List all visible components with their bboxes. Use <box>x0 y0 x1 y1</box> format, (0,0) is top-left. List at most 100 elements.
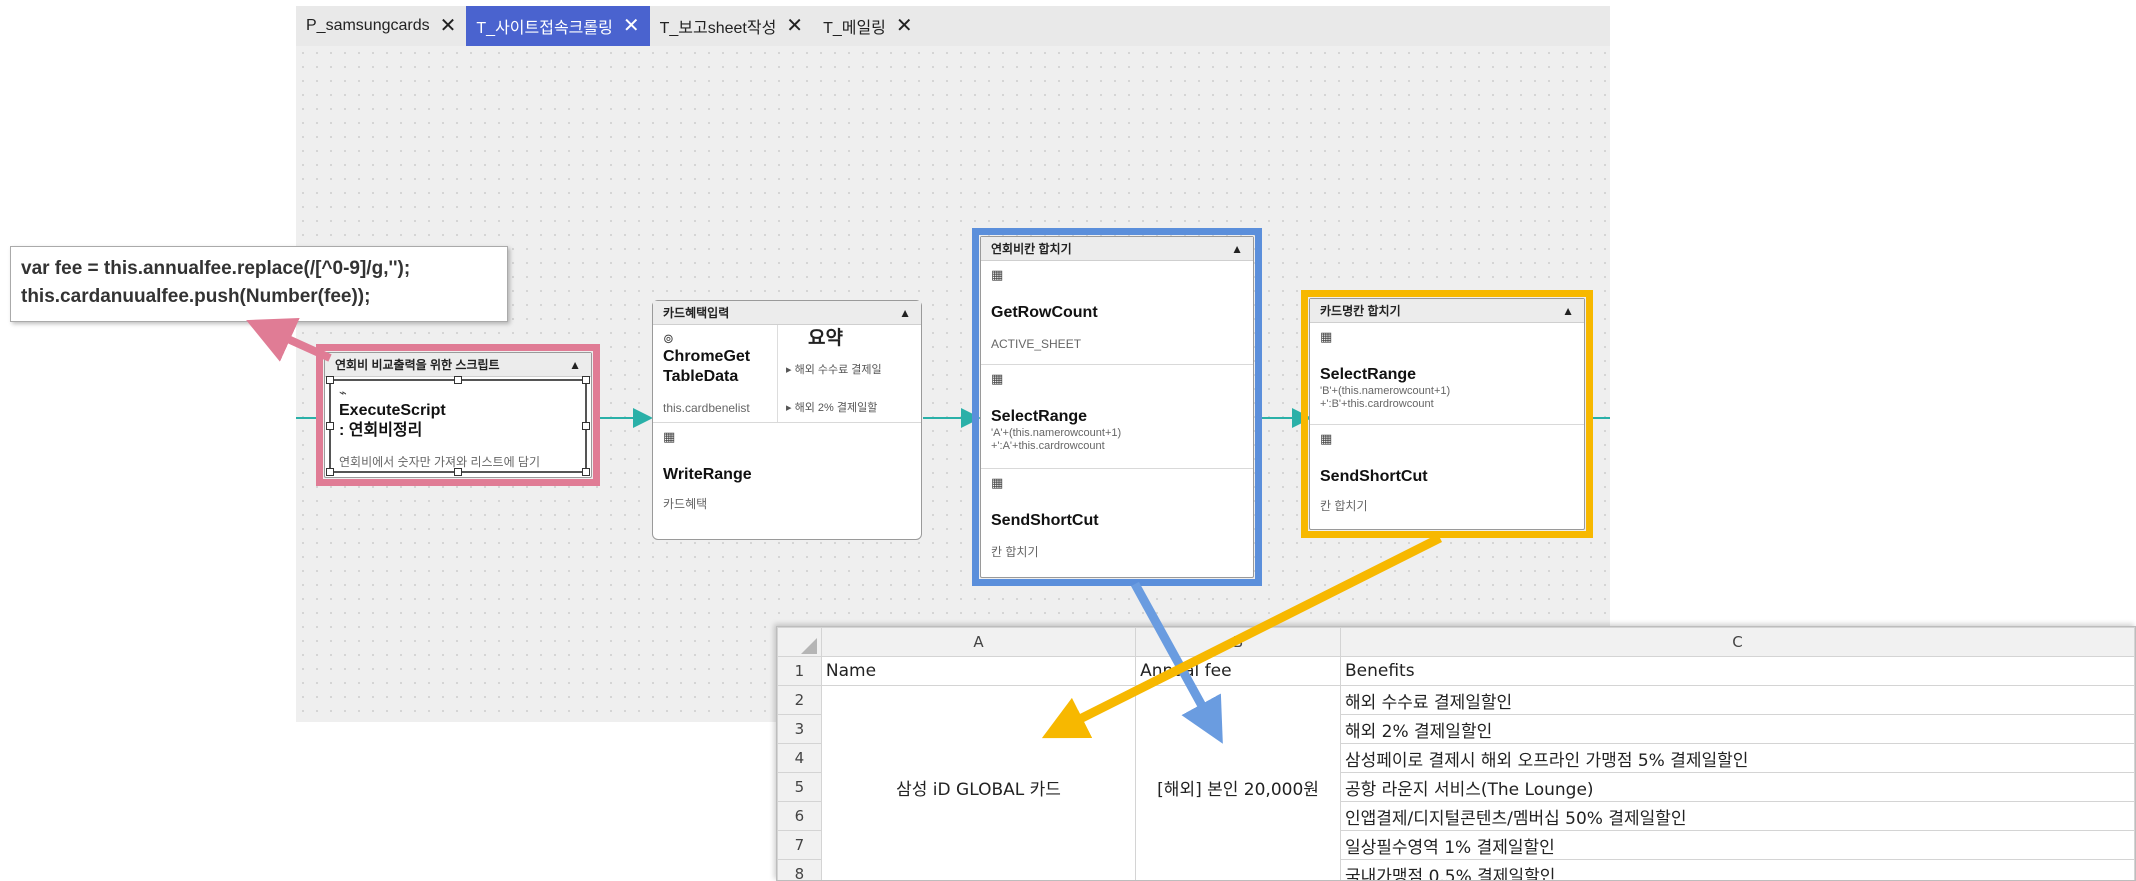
cell[interactable]: 인앱결제/디지털콘텐츠/멤버십 50% 결제일할인 <box>1339 801 2135 831</box>
collapse-icon[interactable]: ▲ <box>1231 242 1243 256</box>
select-range-activity[interactable]: ▦ SelectRange 'A'+(this.namerowcount+1) … <box>981 365 1253 469</box>
resize-handle[interactable] <box>582 422 590 430</box>
activity-parameter: +':B'+this.cardrowcount <box>1320 398 1434 410</box>
column-header[interactable]: B <box>1135 627 1341 657</box>
script-activity-group[interactable]: 연회비 비교출력을 위한 스크립트 ▲ ⌁ ExecuteScript : 연회… <box>324 352 592 478</box>
summary-item: ▸ 해외 수수료 결제일 <box>786 364 882 376</box>
row-number[interactable]: 8 <box>777 859 822 880</box>
resize-handle[interactable] <box>454 376 462 384</box>
workflow-canvas[interactable]: 연회비 비교출력을 위한 스크립트 ▲ ⌁ ExecuteScript : 연회… <box>296 46 1610 722</box>
excel-icon: ▦ <box>663 429 676 444</box>
write-range-activity[interactable]: ▦ WriteRange 카드혜택 <box>653 423 921 517</box>
close-icon[interactable]: ✕ <box>440 16 457 36</box>
excel-icon: ▦ <box>991 267 1004 282</box>
group-title: 연회비 비교출력을 위한 스크립트 <box>335 358 500 372</box>
workflow-editor: P_samsungcards ✕ T_사이트접속크롤링 ✕ T_보고sheet작… <box>296 6 1610 722</box>
close-icon[interactable]: ✕ <box>786 16 803 36</box>
cell[interactable]: Annual fee <box>1135 656 1341 686</box>
cell[interactable]: 삼성페이로 결제시 해외 오프라인 가맹점 5% 결제일할인 <box>1339 743 2135 773</box>
activity-description: 칸 합치기 <box>991 545 1039 559</box>
row-number[interactable]: 2 <box>777 685 822 715</box>
excel-icon: ▦ <box>991 371 1004 386</box>
card-benefit-group[interactable]: 카드혜택입력 ▲ ⊚ ChromeGet TableData this.card… <box>652 300 922 540</box>
merged-name-cell[interactable]: 삼성 iD GLOBAL 카드 <box>820 685 1137 880</box>
collapse-icon[interactable]: ▲ <box>899 306 911 320</box>
activity-title: SelectRange <box>1320 366 1417 383</box>
cell[interactable]: Benefits <box>1339 656 2135 686</box>
column-header[interactable]: C <box>1339 627 2135 657</box>
group-title: 카드혜택입력 <box>663 306 730 320</box>
row-number[interactable]: 4 <box>777 743 822 773</box>
resize-handle[interactable] <box>582 468 590 476</box>
chrome-get-table-activity[interactable]: ⊚ ChromeGet TableData this.cardbenelist … <box>653 325 921 423</box>
activity-parameter: 'A'+(this.namerowcount+1) <box>991 427 1122 439</box>
column-header-row: A B C <box>777 627 2135 657</box>
send-shortcut-activity[interactable]: ▦ SendShortCut 칸 합치기 <box>1310 425 1584 529</box>
cell[interactable]: 해외 수수료 결제일할인 <box>1339 685 2135 715</box>
resize-handle[interactable] <box>326 468 334 476</box>
row-number[interactable]: 7 <box>777 830 822 860</box>
row-number[interactable]: 1 <box>777 656 822 686</box>
chrome-activity-main: ⊚ ChromeGet TableData this.cardbenelist <box>653 325 778 422</box>
select-all-corner[interactable] <box>777 627 822 657</box>
tab-bar: P_samsungcards ✕ T_사이트접속크롤링 ✕ T_보고sheet작… <box>296 6 1610 46</box>
activity-description: 연회비에서 숫자만 가져와 리스트에 담기 <box>339 455 541 469</box>
table-row: 1 Name Annual fee Benefits <box>777 656 2135 686</box>
cell[interactable]: 국내가맹점 0.5% 결제일할인 <box>1339 859 2135 880</box>
group-header[interactable]: 카드혜택입력 ▲ <box>653 301 921 325</box>
resize-handle[interactable] <box>582 376 590 384</box>
tab-label: T_사이트접속크롤링 <box>476 20 613 37</box>
cell[interactable]: 공항 라운지 서비스(The Lounge) <box>1339 772 2135 802</box>
row-number[interactable]: 3 <box>777 714 822 744</box>
resize-handle[interactable] <box>454 468 462 476</box>
activity-description: this.cardbenelist <box>663 401 750 415</box>
group-header[interactable]: 연회비 비교출력을 위한 스크립트 ▲ <box>325 353 591 377</box>
activity-title: SendShortCut <box>1320 468 1428 485</box>
activity-parameter: +':A'+this.cardrowcount <box>991 440 1105 452</box>
close-icon[interactable]: ✕ <box>896 16 913 36</box>
fee-merge-group[interactable]: 연회비칸 합치기 ▲ ▦ GetRowCount ACTIVE_SHEET ▦ … <box>980 236 1254 578</box>
tab-mailing[interactable]: T_메일링 ✕ <box>813 6 923 46</box>
row-number[interactable]: 5 <box>777 772 822 802</box>
summary-title: 요약 <box>808 328 843 349</box>
cell[interactable]: Name <box>820 656 1137 686</box>
close-icon[interactable]: ✕ <box>623 16 640 36</box>
card-name-merge-group[interactable]: 카드명칸 합치기 ▲ ▦ SelectRange 'B'+(this.namer… <box>1309 298 1585 530</box>
row-number[interactable]: 6 <box>777 801 822 831</box>
collapse-icon[interactable]: ▲ <box>1562 304 1574 318</box>
group-header[interactable]: 연회비칸 합치기 ▲ <box>981 237 1253 261</box>
chrome-icon: ⊚ <box>663 331 674 346</box>
tab-site-crawling[interactable]: T_사이트접속크롤링 ✕ <box>466 6 650 46</box>
tab-p-samsungcards[interactable]: P_samsungcards ✕ <box>296 6 466 46</box>
cell[interactable]: 일상필수영역 1% 결제일할인 <box>1339 830 2135 860</box>
tab-label: T_메일링 <box>823 20 886 37</box>
execute-script-activity[interactable]: ⌁ ExecuteScript : 연회비정리 연회비에서 숫자만 가져와 리스… <box>326 376 590 476</box>
tab-report-sheet[interactable]: T_보고sheet작성 ✕ <box>650 6 813 46</box>
resize-handle[interactable] <box>326 422 334 430</box>
send-shortcut-activity[interactable]: ▦ SendShortCut 칸 합치기 <box>981 469 1253 573</box>
group-header[interactable]: 카드명칸 합치기 ▲ <box>1310 299 1584 323</box>
select-range-activity[interactable]: ▦ SelectRange 'B'+(this.namerowcount+1) … <box>1310 323 1584 425</box>
activity-description: 칸 합치기 <box>1320 499 1368 513</box>
cell[interactable]: 해외 2% 결제일할인 <box>1339 714 2135 744</box>
spreadsheet[interactable]: A B C 1 Name Annual fee Benefits 2 삼성 iD… <box>776 626 2136 881</box>
activity-title: WriteRange <box>663 466 752 483</box>
excel-icon: ▦ <box>991 475 1004 490</box>
resize-handle[interactable] <box>326 376 334 384</box>
tab-label: T_보고sheet작성 <box>659 20 777 37</box>
excel-icon: ▦ <box>1320 431 1333 446</box>
activity-title: SelectRange <box>991 408 1088 425</box>
get-row-count-activity[interactable]: ▦ GetRowCount ACTIVE_SHEET <box>981 261 1253 365</box>
activity-title: SendShortCut <box>991 512 1099 529</box>
group-title: 연회비칸 합치기 <box>991 242 1072 256</box>
column-header[interactable]: A <box>820 627 1137 657</box>
summary-item: ▸ 해외 2% 결제일할 <box>786 402 878 414</box>
merged-fee-cell[interactable]: [해외] 본인 20,000원 <box>1135 685 1341 880</box>
script-icon: ⌁ <box>339 385 347 400</box>
tab-label: P_samsungcards <box>306 17 430 34</box>
table-row: 2 삼성 iD GLOBAL 카드 [해외] 본인 20,000원 해외 수수료… <box>777 685 2135 880</box>
collapse-icon[interactable]: ▲ <box>569 358 581 372</box>
excel-icon: ▦ <box>1320 329 1333 344</box>
activity-title: ChromeGet <box>663 348 751 365</box>
activity-parameter: 'B'+(this.namerowcount+1) <box>1320 385 1451 397</box>
